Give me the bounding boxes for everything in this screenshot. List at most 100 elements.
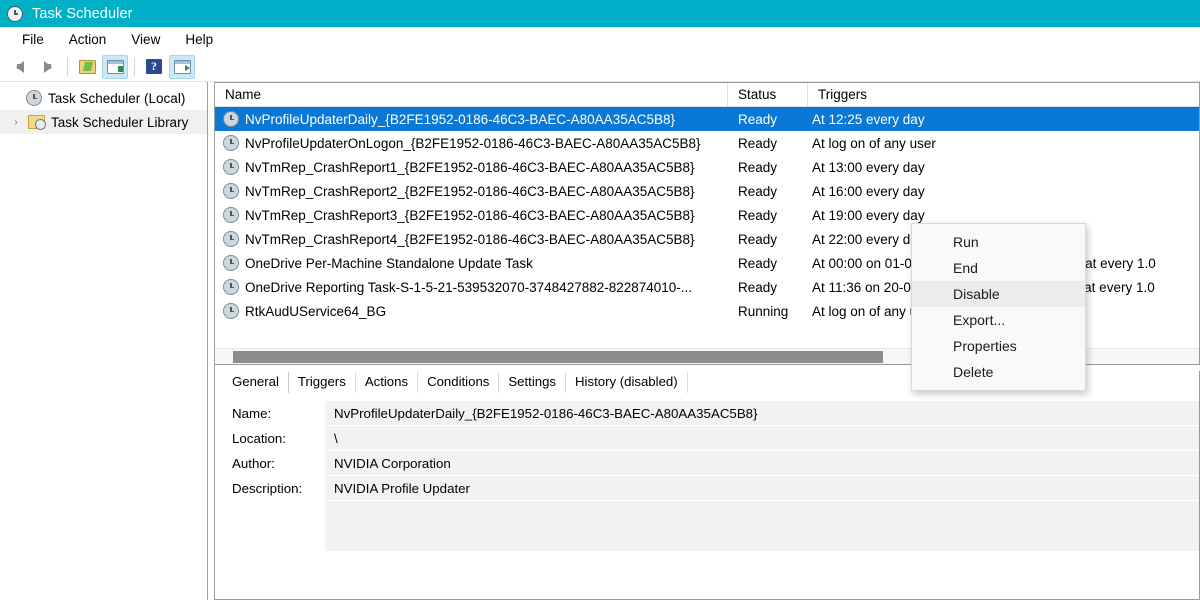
field-value-description: NVIDIA Profile Updater <box>325 476 1199 501</box>
table-row[interactable]: NvTmRep_CrashReport1_{B2FE1952-0186-46C3… <box>215 155 1199 179</box>
task-status-cell: Ready <box>738 111 778 127</box>
task-name-label: OneDrive Per-Machine Standalone Update T… <box>245 255 533 271</box>
tree-item-label: Task Scheduler (Local) <box>48 90 186 106</box>
field-label-location: Location: <box>232 431 286 446</box>
clock-icon <box>223 111 239 127</box>
task-name-label: NvProfileUpdaterDaily_{B2FE1952-0186-46C… <box>245 111 675 127</box>
clock-icon <box>223 303 239 319</box>
table-row[interactable]: NvTmRep_CrashReport2_{B2FE1952-0186-46C3… <box>215 179 1199 203</box>
field-name-row: Name: NvProfileUpdaterDaily_{B2FE1952-01… <box>215 401 1199 426</box>
field-value-location: \ <box>325 426 1199 451</box>
task-name-cell: OneDrive Reporting Task-S-1-5-21-5395320… <box>215 279 728 295</box>
show-action-pane-button[interactable] <box>169 54 195 79</box>
scrollbar-thumb[interactable] <box>233 351 883 363</box>
context-menu: Run End Disable Export... Properties Del… <box>911 223 1086 391</box>
column-header-triggers[interactable]: Triggers <box>808 83 1199 106</box>
task-name-cell: NvProfileUpdaterOnLogon_{B2FE1952-0186-4… <box>215 135 728 151</box>
task-status-cell: Ready <box>738 135 778 151</box>
task-name-label: NvTmRep_CrashReport1_{B2FE1952-0186-46C3… <box>245 159 695 175</box>
toolbar: ? <box>0 52 1200 82</box>
task-details-pane: General Triggers Actions Conditions Sett… <box>215 371 1200 600</box>
task-status-cell: Ready <box>738 279 778 295</box>
new-folder-icon <box>78 59 96 74</box>
task-status-cell: Ready <box>738 231 778 247</box>
field-label-author: Author: <box>232 456 275 471</box>
clock-icon <box>26 90 42 106</box>
column-header-name[interactable]: Name <box>215 83 728 106</box>
toolbar-separator <box>67 57 68 76</box>
chevron-right-icon[interactable]: › <box>10 117 22 128</box>
clock-icon <box>223 231 239 247</box>
tab-actions[interactable]: Actions <box>356 372 419 393</box>
tree-item-task-scheduler-library[interactable]: › Task Scheduler Library <box>0 110 207 134</box>
list-column-headers: Name Status Triggers <box>215 83 1199 107</box>
context-menu-item-properties[interactable]: Properties <box>912 333 1085 359</box>
task-status-cell: Ready <box>738 159 778 175</box>
task-name-label: NvTmRep_CrashReport2_{B2FE1952-0186-46C3… <box>245 183 695 199</box>
table-row[interactable]: NvProfileUpdaterDaily_{B2FE1952-0186-46C… <box>215 107 1199 131</box>
console-tree-pane: Task Scheduler (Local) › Task Scheduler … <box>0 82 207 600</box>
task-status-cell: Running <box>738 303 789 319</box>
task-name-cell: NvProfileUpdaterDaily_{B2FE1952-0186-46C… <box>215 111 728 127</box>
task-name-cell: RtkAudUService64_BG <box>215 303 728 319</box>
clock-icon <box>223 255 239 271</box>
clock-icon <box>223 159 239 175</box>
menu-bar: File Action View Help <box>0 27 1200 52</box>
task-name-label: OneDrive Reporting Task-S-1-5-21-5395320… <box>245 279 693 295</box>
back-arrow-icon <box>16 60 24 73</box>
help-button[interactable]: ? <box>141 55 167 79</box>
field-description-row: Description: NVIDIA Profile Updater <box>215 476 1199 501</box>
context-menu-item-run[interactable]: Run <box>912 229 1085 255</box>
tree-item-label: Task Scheduler Library <box>51 114 189 130</box>
task-name-label: NvTmRep_CrashReport4_{B2FE1952-0186-46C3… <box>245 231 695 247</box>
show-action-pane-icon <box>173 59 191 74</box>
tree-item-task-scheduler-local[interactable]: Task Scheduler (Local) <box>0 86 207 110</box>
description-overflow-area <box>325 501 1199 551</box>
back-button[interactable] <box>7 55 33 79</box>
context-menu-item-delete[interactable]: Delete <box>912 359 1085 385</box>
task-name-cell: NvTmRep_CrashReport2_{B2FE1952-0186-46C3… <box>215 183 728 199</box>
tab-settings[interactable]: Settings <box>499 372 567 393</box>
new-folder-button[interactable] <box>74 55 100 79</box>
task-triggers-cell: At 13:00 every day <box>812 159 925 175</box>
window-title: Task Scheduler <box>32 5 133 22</box>
task-triggers-cell: At log on of any user <box>812 135 936 151</box>
clock-icon <box>223 207 239 223</box>
task-name-label: NvTmRep_CrashReport3_{B2FE1952-0186-46C3… <box>245 207 695 223</box>
column-header-status[interactable]: Status <box>728 83 808 106</box>
tab-general[interactable]: General <box>223 372 289 393</box>
show-console-tree-button[interactable] <box>102 54 128 79</box>
clock-icon <box>223 183 239 199</box>
context-menu-item-export[interactable]: Export... <box>912 307 1085 333</box>
context-menu-item-disable[interactable]: Disable <box>912 281 1085 307</box>
field-label-name: Name: <box>232 406 272 421</box>
task-name-cell: NvTmRep_CrashReport1_{B2FE1952-0186-46C3… <box>215 159 728 175</box>
task-status-cell: Ready <box>738 207 778 223</box>
library-folder-icon <box>28 115 46 130</box>
clock-icon <box>223 279 239 295</box>
title-bar: Task Scheduler <box>0 0 1200 27</box>
field-value-author: NVIDIA Corporation <box>325 451 1199 476</box>
pane-splitter[interactable] <box>207 82 215 600</box>
task-status-cell: Ready <box>738 255 778 271</box>
task-name-label: RtkAudUService64_BG <box>245 303 387 319</box>
tab-conditions[interactable]: Conditions <box>418 372 500 393</box>
task-name-label: NvProfileUpdaterOnLogon_{B2FE1952-0186-4… <box>245 135 701 151</box>
field-author-row: Author: NVIDIA Corporation <box>215 451 1199 476</box>
show-console-tree-icon <box>106 59 124 74</box>
main-body: Task Scheduler (Local) › Task Scheduler … <box>0 82 1200 600</box>
field-label-description: Description: <box>232 481 303 496</box>
menu-item-help[interactable]: Help <box>173 30 226 50</box>
menu-item-action[interactable]: Action <box>57 30 120 50</box>
menu-item-file[interactable]: File <box>10 30 57 50</box>
task-name-cell: NvTmRep_CrashReport4_{B2FE1952-0186-46C3… <box>215 231 728 247</box>
task-status-cell: Ready <box>738 183 778 199</box>
tab-history[interactable]: History (disabled) <box>566 372 688 393</box>
table-row[interactable]: NvProfileUpdaterOnLogon_{B2FE1952-0186-4… <box>215 131 1199 155</box>
context-menu-item-end[interactable]: End <box>912 255 1085 281</box>
menu-item-view[interactable]: View <box>119 30 173 50</box>
field-location-row: Location: \ <box>215 426 1199 451</box>
right-pane: Name Status Triggers NvProfileUpdaterDai… <box>215 82 1200 600</box>
tab-triggers[interactable]: Triggers <box>289 372 356 393</box>
forward-button[interactable] <box>35 55 61 79</box>
